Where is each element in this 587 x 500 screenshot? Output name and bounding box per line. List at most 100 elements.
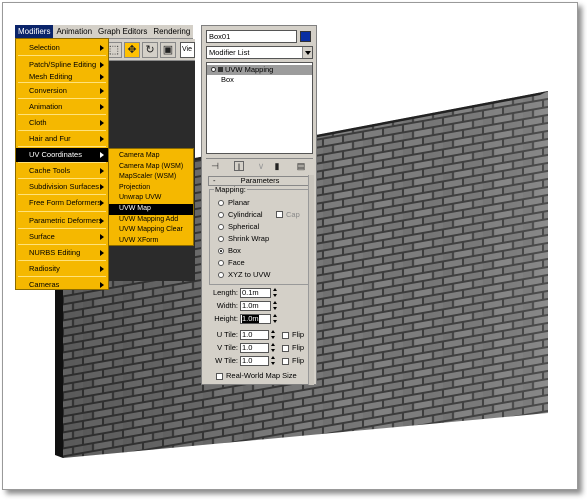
width-label: Width: [216, 301, 238, 310]
menu-item-label: Surface [29, 232, 55, 241]
panel-scrollbar[interactable] [308, 175, 314, 385]
menu-item-cache-tools[interactable]: Cache Tools [16, 164, 108, 178]
width-field[interactable]: 1.0m [240, 301, 271, 311]
submenu-item-uvw-xform[interactable]: UVW XForm [109, 236, 193, 247]
submenu-item-uvw-map[interactable]: UVW Map [109, 204, 193, 215]
menu-item-free-form-deformers[interactable]: Free Form Deformers [16, 196, 108, 210]
stack-item-uvw-mapping[interactable]: UVW Mapping [207, 65, 312, 75]
mapping-option-box[interactable]: Box [218, 246, 241, 256]
menu-item-label: Subdivision Surfaces [29, 182, 100, 191]
length-spinner-icon[interactable] [273, 288, 278, 298]
mapping-option-shrink-wrap[interactable]: Shrink Wrap [218, 234, 269, 244]
radio-button[interactable] [218, 272, 224, 278]
radio-button[interactable] [218, 212, 224, 218]
menu-item-label: Cloth [29, 118, 47, 127]
menubar-item-animation[interactable]: Animation [53, 25, 95, 38]
submenu-item-uvw-mapping-clear[interactable]: UVW Mapping Clear [109, 225, 193, 236]
menu-item-hair-and-fur[interactable]: Hair and Fur [16, 132, 108, 146]
menu-item-surface[interactable]: Surface [16, 230, 108, 244]
radio-button[interactable] [218, 260, 224, 266]
pin-stack-icon[interactable]: ⊣ [210, 161, 220, 171]
submenu-item-uvw-mapping-add[interactable]: UVW Mapping Add [109, 215, 193, 226]
chevron-down-icon[interactable] [302, 47, 312, 58]
w-tile-label: W Tile: [215, 356, 238, 365]
real-world-map-size-checkbox[interactable] [216, 373, 223, 380]
mapping-option-cylindrical[interactable]: Cylindrical Cap [218, 210, 300, 220]
menu-item-cameras[interactable]: Cameras [16, 278, 108, 292]
menu-item-uv-coordinates[interactable]: UV Coordinates [16, 148, 108, 162]
submenu-arrow-icon [100, 104, 104, 110]
submenu-arrow-icon [100, 45, 104, 51]
length-field[interactable]: 0.1m [240, 288, 271, 298]
cap-checkbox[interactable] [276, 211, 283, 218]
radio-button[interactable] [218, 236, 224, 242]
v-tile-spinner-icon[interactable] [271, 343, 276, 353]
rotate-icon[interactable]: ↻ [142, 42, 158, 58]
height-field[interactable]: 1.0m [240, 314, 271, 324]
menu-item-selection[interactable]: Selection [16, 41, 108, 55]
expand-icon[interactable] [218, 67, 223, 72]
v-tile-field[interactable]: 1.0 [240, 343, 269, 353]
menubar-item-modifiers[interactable]: Modifiers [15, 25, 54, 38]
submenu-item-camera-map[interactable]: Camera Map [109, 151, 193, 162]
u-tile-field[interactable]: 1.0 [240, 330, 269, 340]
u-tile-spinner-icon[interactable] [271, 330, 276, 340]
height-spinner-icon[interactable] [273, 314, 278, 324]
radio-button[interactable] [218, 248, 224, 254]
configure-sets-icon[interactable]: ▤ [296, 161, 306, 171]
menu-separator [18, 276, 106, 277]
menu-item-label: Free Form Deformers [29, 198, 102, 207]
u-flip-label: Flip [292, 330, 305, 339]
menu-item-nurbs-editing[interactable]: NURBS Editing [16, 246, 108, 260]
submenu-arrow-icon [100, 282, 104, 288]
submenu-item-projection[interactable]: Projection [109, 183, 193, 194]
modifier-list-dropdown[interactable]: Modifier List [206, 46, 313, 59]
modifier-list-label: Modifier List [209, 48, 250, 57]
menu-item-radiosity[interactable]: Radiosity [16, 262, 108, 276]
submenu-arrow-icon [100, 168, 104, 174]
scale-icon[interactable]: ▣ [160, 42, 176, 58]
width-spinner-icon[interactable] [273, 301, 278, 311]
menu-item-animation[interactable]: Animation [16, 100, 108, 114]
real-world-map-size-label: Real-World Map Size [226, 371, 297, 380]
mapping-option-face[interactable]: Face [218, 258, 245, 268]
stack-item-box[interactable]: Box [207, 75, 312, 85]
u-flip-checkbox[interactable] [282, 332, 289, 339]
menu-item-conversion[interactable]: Conversion [16, 84, 108, 98]
object-name-field[interactable]: Box01 [206, 30, 297, 43]
mapping-option-planar[interactable]: Planar [218, 198, 250, 208]
w-tile-field[interactable]: 1.0 [240, 356, 269, 366]
object-color-swatch[interactable] [300, 31, 311, 42]
submenu-item-unwrap-uvw[interactable]: Unwrap UVW [109, 193, 193, 204]
mapping-option-xyz-to-uvw[interactable]: XYZ to UVW [218, 270, 271, 280]
radio-button[interactable] [218, 200, 224, 206]
menu-item-cloth[interactable]: Cloth [16, 116, 108, 130]
w-tile-spinner-icon[interactable] [271, 356, 276, 366]
modifier-stack[interactable]: UVW Mapping Box [206, 62, 313, 154]
stack-item-label: UVW Mapping [225, 65, 274, 74]
remove-modifier-icon[interactable]: ▮ [272, 161, 282, 171]
make-unique-icon[interactable]: ∨ [256, 161, 266, 171]
submenu-arrow-icon [100, 266, 104, 272]
viewport-dropdown[interactable]: Vie [180, 42, 195, 58]
menubar-item-rendering[interactable]: Rendering [150, 25, 193, 38]
submenu-item-camera-map-wsm-[interactable]: Camera Map (WSM) [109, 162, 193, 173]
v-flip-checkbox[interactable] [282, 345, 289, 352]
lightbulb-icon[interactable] [211, 67, 216, 72]
submenu-item-mapscaler-wsm-[interactable]: MapScaler (WSM) [109, 172, 193, 183]
menu-separator [18, 162, 106, 163]
menu-separator [18, 55, 106, 56]
radio-button[interactable] [218, 224, 224, 230]
mapping-option-label: Cylindrical [228, 210, 263, 219]
menu-item-parametric-deformers[interactable]: Parametric Deformers [16, 214, 108, 228]
show-end-result-icon[interactable]: I [234, 161, 244, 172]
menu-item-label: Animation [29, 102, 63, 111]
menu-item-subdivision-surfaces[interactable]: Subdivision Surfaces [16, 180, 108, 194]
height-label: Height: [214, 314, 238, 323]
menubar-item-graph-editors[interactable]: Graph Editors [95, 25, 150, 38]
move-icon[interactable]: ✥ [124, 42, 140, 58]
menu-item-label: Cameras [29, 280, 60, 289]
mapping-option-spherical[interactable]: Spherical [218, 222, 259, 232]
menu-item-mesh-editing[interactable]: Mesh Editing [16, 70, 108, 84]
w-flip-checkbox[interactable] [282, 358, 289, 365]
